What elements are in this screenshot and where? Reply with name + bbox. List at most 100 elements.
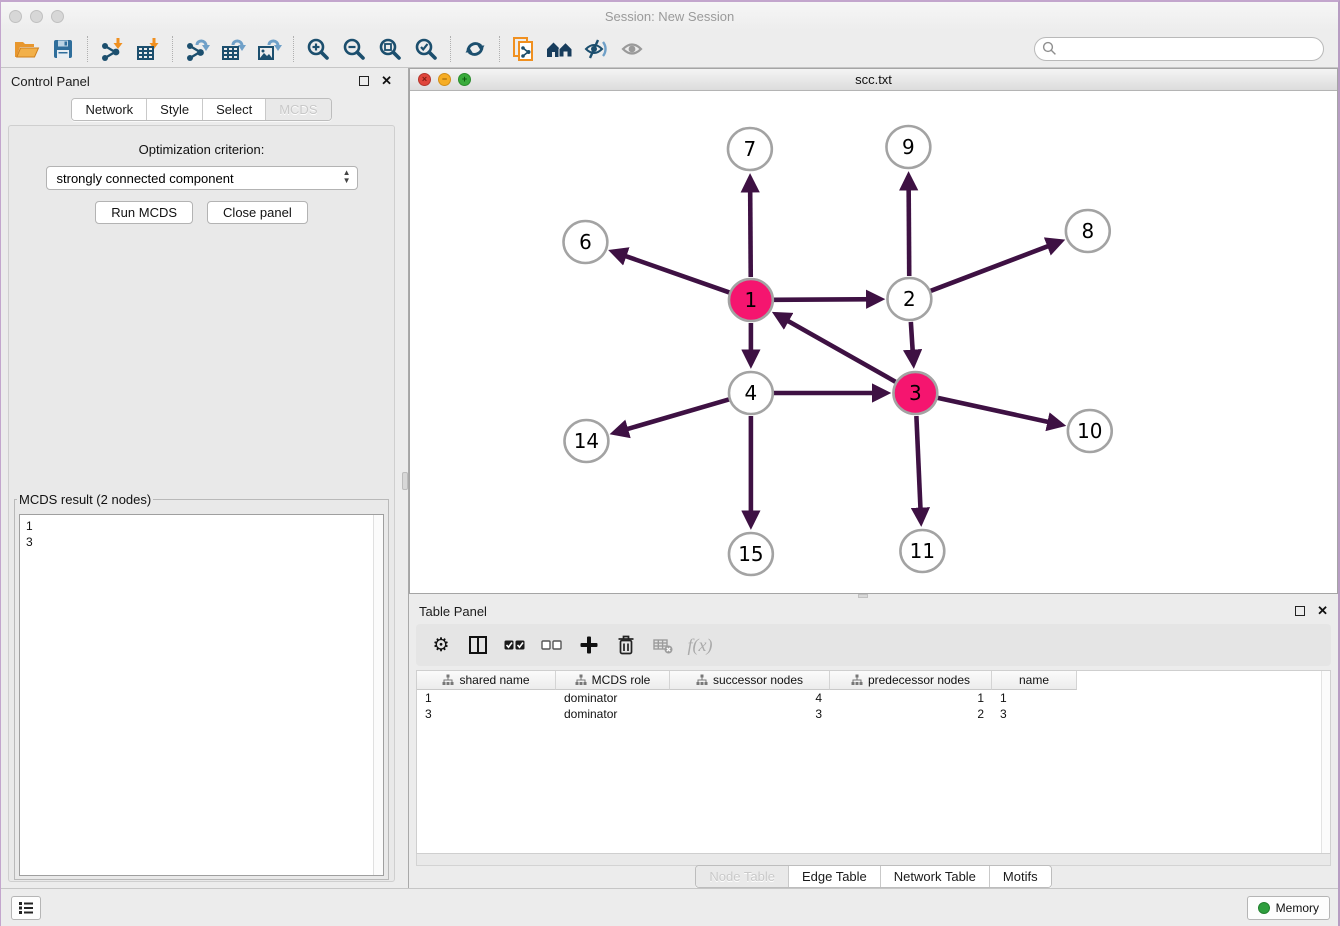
window-title: Session: New Session [1,9,1338,24]
import-network-button[interactable] [94,33,130,65]
close-panel-button[interactable]: Close panel [207,201,308,224]
graph-edge-2-8[interactable] [931,241,1061,291]
column-header-name[interactable]: name [992,671,1077,690]
table-cell[interactable]: dominator [556,706,670,722]
graph-edge-2-3[interactable] [911,322,914,364]
memory-label: Memory [1276,901,1319,915]
table-cell[interactable]: 1 [992,690,1077,706]
memory-status-icon [1258,902,1270,914]
select-all-button[interactable] [500,630,530,660]
graph-edge-1-7[interactable] [750,178,751,277]
search-field[interactable] [1034,37,1324,61]
zoom-fit-button[interactable] [372,33,408,65]
task-history-button[interactable] [11,896,41,920]
network-window-titlebar[interactable]: × − + scc.txt [410,69,1337,91]
show-all-button[interactable] [614,33,650,65]
export-image-button[interactable] [251,33,287,65]
network-canvas[interactable]: 7968124314101511 [410,91,1337,593]
graph-edge-1-2[interactable] [774,299,881,300]
search-input[interactable] [1062,41,1323,56]
export-image-icon [256,37,282,61]
column-header-predecessor-nodes[interactable]: predecessor nodes [830,671,992,690]
close-panel-icon[interactable]: ✕ [1317,606,1328,616]
graph-node-label: 10 [1077,419,1102,443]
table-cell[interactable]: dominator [556,690,670,706]
vertical-splitter[interactable] [402,68,409,888]
network-title: scc.txt [410,72,1337,87]
hide-selected-button[interactable] [578,33,614,65]
graph-edge-3-11[interactable] [916,416,921,522]
graph-edge-3-10[interactable] [938,398,1062,425]
table-cell[interactable]: 1 [830,690,992,706]
result-scrollbar[interactable] [373,515,383,875]
tab-select[interactable]: Select [203,99,266,120]
show-columns-button[interactable] [463,630,493,660]
table-cell[interactable]: 1 [417,690,556,706]
mcds-result-textarea[interactable]: 1 3 [19,514,384,876]
toolbar-separator [499,36,500,62]
column-header-shared-name[interactable]: shared name [417,671,556,690]
zoom-selected-icon [414,37,438,61]
first-neighbors-button[interactable] [542,33,578,65]
memory-button[interactable]: Memory [1247,896,1330,920]
zoom-selected-button[interactable] [408,33,444,65]
app-titlebar: Session: New Session [1,2,1338,30]
table-settings-button[interactable]: ⚙ [426,630,456,660]
table-panel: Table Panel ✕ ⚙ [409,598,1338,890]
tab-network-table[interactable]: Network Table [881,866,990,887]
float-panel-icon[interactable] [359,76,369,86]
criterion-select[interactable]: strongly connected component ▲▼ [46,166,358,190]
table-cell[interactable]: 4 [670,690,830,706]
column-header-MCDS-role[interactable]: MCDS role [556,671,670,690]
task-list-icon [18,901,34,915]
network-graph: 7968124314101511 [410,91,1337,593]
float-panel-icon[interactable] [1295,606,1305,616]
columns-icon [468,635,488,655]
refresh-layout-button[interactable] [457,33,493,65]
table-cell[interactable]: 3 [670,706,830,722]
zoom-in-button[interactable] [300,33,336,65]
close-panel-icon[interactable]: ✕ [381,76,392,86]
table-cell[interactable]: 3 [417,706,556,722]
gear-icon: ⚙ [432,634,449,657]
tab-mcds[interactable]: MCDS [266,99,330,120]
column-header-successor-nodes[interactable]: successor nodes [670,671,830,690]
deselect-all-button[interactable] [537,630,567,660]
table-cell[interactable]: 2 [830,706,992,722]
table-scrollbar[interactable] [1321,671,1330,853]
tab-style[interactable]: Style [147,99,203,120]
tab-network[interactable]: Network [72,99,147,120]
import-table-button[interactable] [130,33,166,65]
export-table-button[interactable] [215,33,251,65]
save-icon [52,38,74,60]
graph-node-label: 2 [903,287,916,311]
table-row[interactable]: 1dominator411 [417,690,1330,706]
shared-column-icon [442,674,454,686]
table-cell[interactable]: 3 [992,706,1077,722]
export-network-button[interactable] [179,33,215,65]
table-row[interactable]: 3dominator323 [417,706,1330,722]
network-from-file-button[interactable] [506,33,542,65]
tab-edge-table[interactable]: Edge Table [789,866,881,887]
save-session-button[interactable] [45,33,81,65]
tab-node-table[interactable]: Node Table [696,866,789,887]
graph-node-label: 4 [745,381,758,405]
splitter-grip[interactable] [402,472,408,490]
mcds-result-title: MCDS result (2 nodes) [17,492,153,507]
graph-node-label: 11 [910,539,935,563]
graph-edge-1-6[interactable] [613,252,730,293]
add-column-button[interactable] [574,630,604,660]
zoom-out-button[interactable] [336,33,372,65]
graph-edge-2-9[interactable] [909,176,910,276]
graph-edge-3-1[interactable] [776,314,895,381]
open-file-button[interactable] [9,33,45,65]
node-table[interactable]: shared nameMCDS rolesuccessor nodesprede… [416,670,1331,854]
mcds-panel: Optimization criterion: strongly connect… [8,125,395,882]
search-icon [1042,41,1057,56]
tab-motifs[interactable]: Motifs [990,866,1051,887]
import-table-icon [135,37,161,61]
delete-column-button[interactable] [611,630,641,660]
graph-edge-4-14[interactable] [614,399,729,432]
run-mcds-button[interactable]: Run MCDS [95,201,193,224]
status-bar: Memory [1,888,1338,926]
